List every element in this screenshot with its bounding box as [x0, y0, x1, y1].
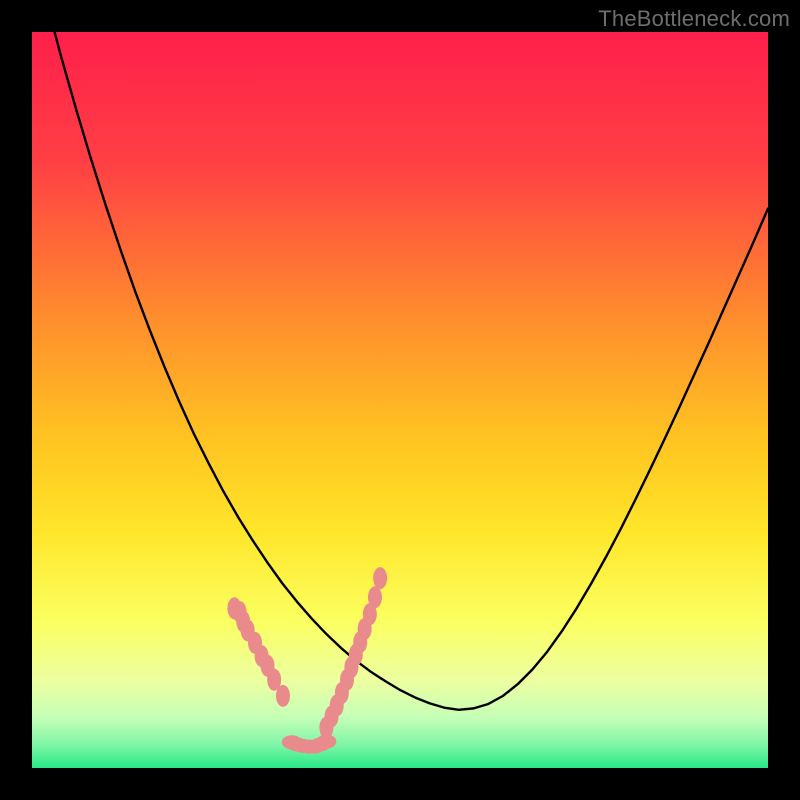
chart-stage: TheBottleneck.com: [0, 0, 800, 800]
highlight-markers: [227, 567, 387, 754]
plot-area: [32, 32, 768, 768]
marker-dot: [368, 586, 382, 608]
watermark-text: TheBottleneck.com: [598, 6, 790, 32]
bottleneck-curve: [32, 32, 768, 710]
curve-layer: [32, 32, 768, 768]
marker-dot: [373, 567, 387, 589]
marker-dot: [276, 685, 290, 707]
marker-dot: [316, 735, 336, 749]
